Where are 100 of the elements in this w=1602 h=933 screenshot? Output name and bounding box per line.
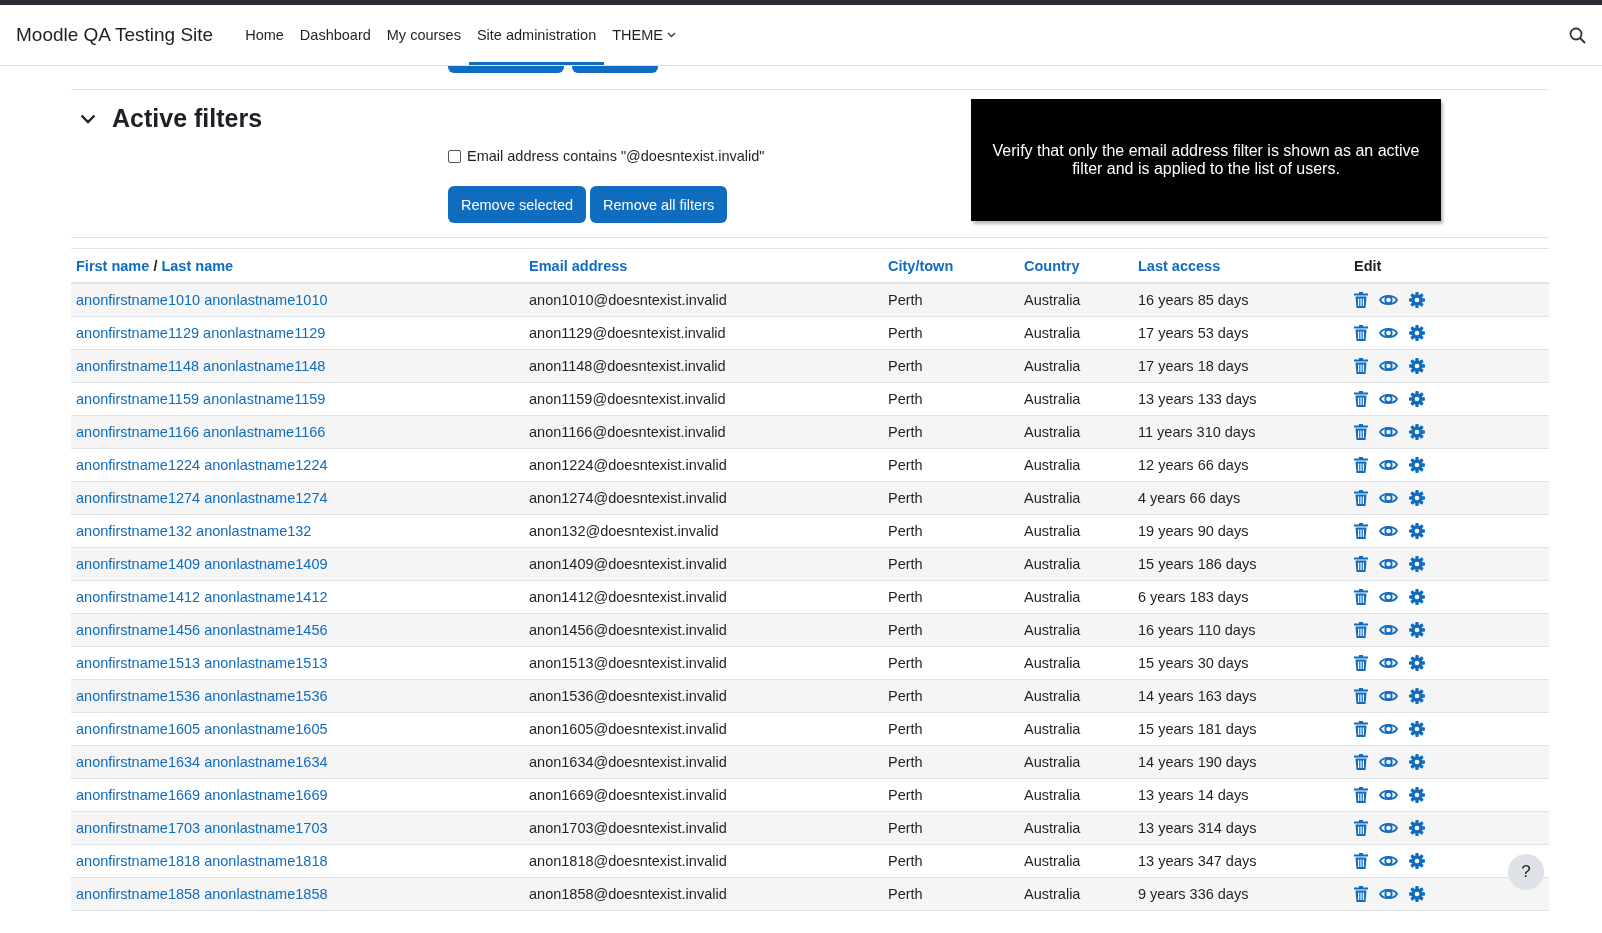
sort-link[interactable]: Last access — [1138, 257, 1221, 274]
trash-icon[interactable] — [1354, 358, 1368, 374]
gear-icon[interactable] — [1409, 622, 1425, 638]
checkbox[interactable] — [448, 149, 461, 163]
table-cell: anon1703@doesntexist.invalid — [529, 820, 727, 836]
table-cell: 13 years 14 days — [1138, 787, 1249, 803]
trash-icon[interactable] — [1354, 853, 1368, 869]
eye-icon[interactable] — [1379, 524, 1398, 538]
help-button[interactable]: ? — [1508, 854, 1544, 890]
nav-link[interactable]: My courses — [378, 5, 469, 65]
trash-icon[interactable] — [1354, 424, 1368, 440]
gear-icon[interactable] — [1409, 325, 1425, 341]
trash-icon[interactable] — [1354, 391, 1368, 407]
table-cell: 13 years 347 days — [1138, 853, 1257, 869]
table-cell: anon1605@doesntexist.invalid — [529, 721, 727, 737]
gear-icon[interactable] — [1409, 358, 1425, 374]
table-cell: 19 years 90 days — [1138, 523, 1249, 539]
button[interactable] — [572, 66, 658, 73]
collapse-chevron-icon[interactable] — [80, 113, 96, 124]
eye-icon[interactable] — [1379, 623, 1398, 637]
trash-icon[interactable] — [1354, 721, 1368, 737]
trash-icon[interactable] — [1354, 556, 1368, 572]
sort-link[interactable]: City/town — [888, 257, 954, 274]
user-link[interactable]: anonfirstname1224 anonlastname1224 — [76, 457, 328, 473]
trash-icon[interactable] — [1354, 325, 1368, 341]
eye-icon[interactable] — [1379, 293, 1398, 307]
trash-icon[interactable] — [1354, 886, 1368, 902]
gear-icon[interactable] — [1409, 787, 1425, 803]
gear-icon[interactable] — [1409, 688, 1425, 704]
eye-icon[interactable] — [1379, 887, 1398, 901]
trash-icon[interactable] — [1354, 754, 1368, 770]
eye-icon[interactable] — [1379, 755, 1398, 769]
eye-icon[interactable] — [1379, 359, 1398, 373]
gear-icon[interactable] — [1409, 589, 1425, 605]
table-cell: Australia — [1024, 424, 1081, 440]
user-link[interactable]: anonfirstname132 anonlastname132 — [76, 523, 312, 539]
gear-icon[interactable] — [1409, 754, 1425, 770]
nav-link[interactable]: THEME — [604, 5, 684, 65]
table-cell: Perth — [888, 820, 923, 836]
gear-icon[interactable] — [1409, 490, 1425, 506]
table-cell: 17 years 18 days — [1138, 358, 1249, 374]
sort-link[interactable]: Country — [1024, 257, 1080, 274]
gear-icon[interactable] — [1409, 853, 1425, 869]
user-link[interactable]: anonfirstname1412 anonlastname1412 — [76, 589, 328, 605]
eye-icon[interactable] — [1379, 326, 1398, 340]
gear-icon[interactable] — [1409, 655, 1425, 671]
eye-icon[interactable] — [1379, 491, 1398, 505]
table-cell: 9 years 336 days — [1138, 886, 1249, 902]
remove-filter-button[interactable]: Remove selected — [448, 186, 587, 223]
table-cell: anon1536@doesntexist.invalid — [529, 688, 727, 704]
user-link[interactable]: anonfirstname1513 anonlastname1513 — [76, 655, 328, 671]
gear-icon[interactable] — [1409, 556, 1425, 572]
eye-icon[interactable] — [1379, 392, 1398, 406]
eye-icon[interactable] — [1379, 689, 1398, 703]
trash-icon[interactable] — [1354, 457, 1368, 473]
nav-link[interactable]: Home — [237, 5, 292, 65]
eye-icon[interactable] — [1379, 854, 1398, 868]
eye-icon[interactable] — [1379, 722, 1398, 736]
gear-icon[interactable] — [1409, 457, 1425, 473]
gear-icon[interactable] — [1409, 391, 1425, 407]
trash-icon[interactable] — [1354, 820, 1368, 836]
gear-icon[interactable] — [1409, 523, 1425, 539]
eye-icon[interactable] — [1379, 788, 1398, 802]
table-cell: 14 years 190 days — [1138, 754, 1257, 770]
site-name[interactable]: Moodle QA Testing Site — [16, 24, 214, 46]
user-link[interactable]: anonfirstname1818 anonlastname1818 — [76, 853, 328, 869]
trash-icon[interactable] — [1354, 787, 1368, 803]
remove-filter-button[interactable]: Remove all filters — [590, 186, 728, 223]
gear-icon[interactable] — [1409, 820, 1425, 836]
search-icon[interactable] — [1569, 26, 1586, 44]
gear-icon[interactable] — [1409, 292, 1425, 308]
sort-link[interactable]: First name — [76, 257, 150, 274]
trash-icon[interactable] — [1354, 688, 1368, 704]
gear-icon[interactable] — [1409, 424, 1425, 440]
trash-icon[interactable] — [1354, 655, 1368, 671]
gear-icon[interactable] — [1409, 886, 1425, 902]
trash-icon[interactable] — [1354, 292, 1368, 308]
eye-icon[interactable] — [1379, 821, 1398, 835]
eye-icon[interactable] — [1379, 656, 1398, 670]
table-cell: 17 years 53 days — [1138, 325, 1249, 341]
gear-icon[interactable] — [1409, 721, 1425, 737]
trash-icon[interactable] — [1354, 490, 1368, 506]
eye-icon[interactable] — [1379, 557, 1398, 571]
trash-icon[interactable] — [1354, 589, 1368, 605]
sort-link[interactable]: Email address — [529, 257, 628, 274]
user-link[interactable]: anonfirstname1605 anonlastname1605 — [76, 721, 328, 737]
sort-link[interactable]: Last name — [161, 257, 234, 274]
table-cell: Perth — [888, 556, 923, 572]
table-cell: anon1456@doesntexist.invalid — [529, 622, 727, 638]
user-link[interactable]: anonfirstname1669 anonlastname1669 — [76, 787, 328, 803]
eye-icon[interactable] — [1379, 590, 1398, 604]
eye-icon[interactable] — [1379, 425, 1398, 439]
table-cell: 15 years 30 days — [1138, 655, 1249, 671]
trash-icon[interactable] — [1354, 622, 1368, 638]
trash-icon[interactable] — [1354, 523, 1368, 539]
user-link[interactable]: anonfirstname1129 anonlastname1129 — [76, 325, 326, 341]
user-link[interactable]: anonfirstname1159 anonlastname1159 — [76, 391, 326, 407]
table-cell: Australia — [1024, 721, 1081, 737]
eye-icon[interactable] — [1379, 458, 1398, 472]
nav-link[interactable]: Dashboard — [291, 5, 379, 65]
